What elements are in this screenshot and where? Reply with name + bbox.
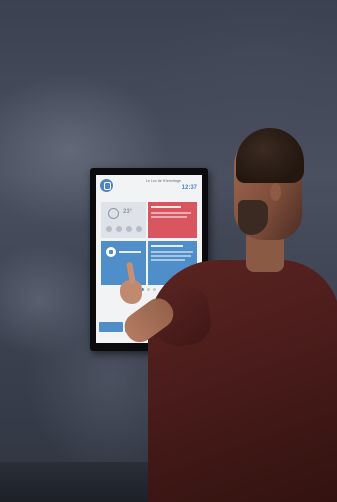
person xyxy=(0,0,337,502)
person-ear xyxy=(270,183,281,201)
person-hair xyxy=(236,128,304,183)
photo-background: Le Lez de l'Hermitage 12:37 23° xyxy=(0,0,337,502)
